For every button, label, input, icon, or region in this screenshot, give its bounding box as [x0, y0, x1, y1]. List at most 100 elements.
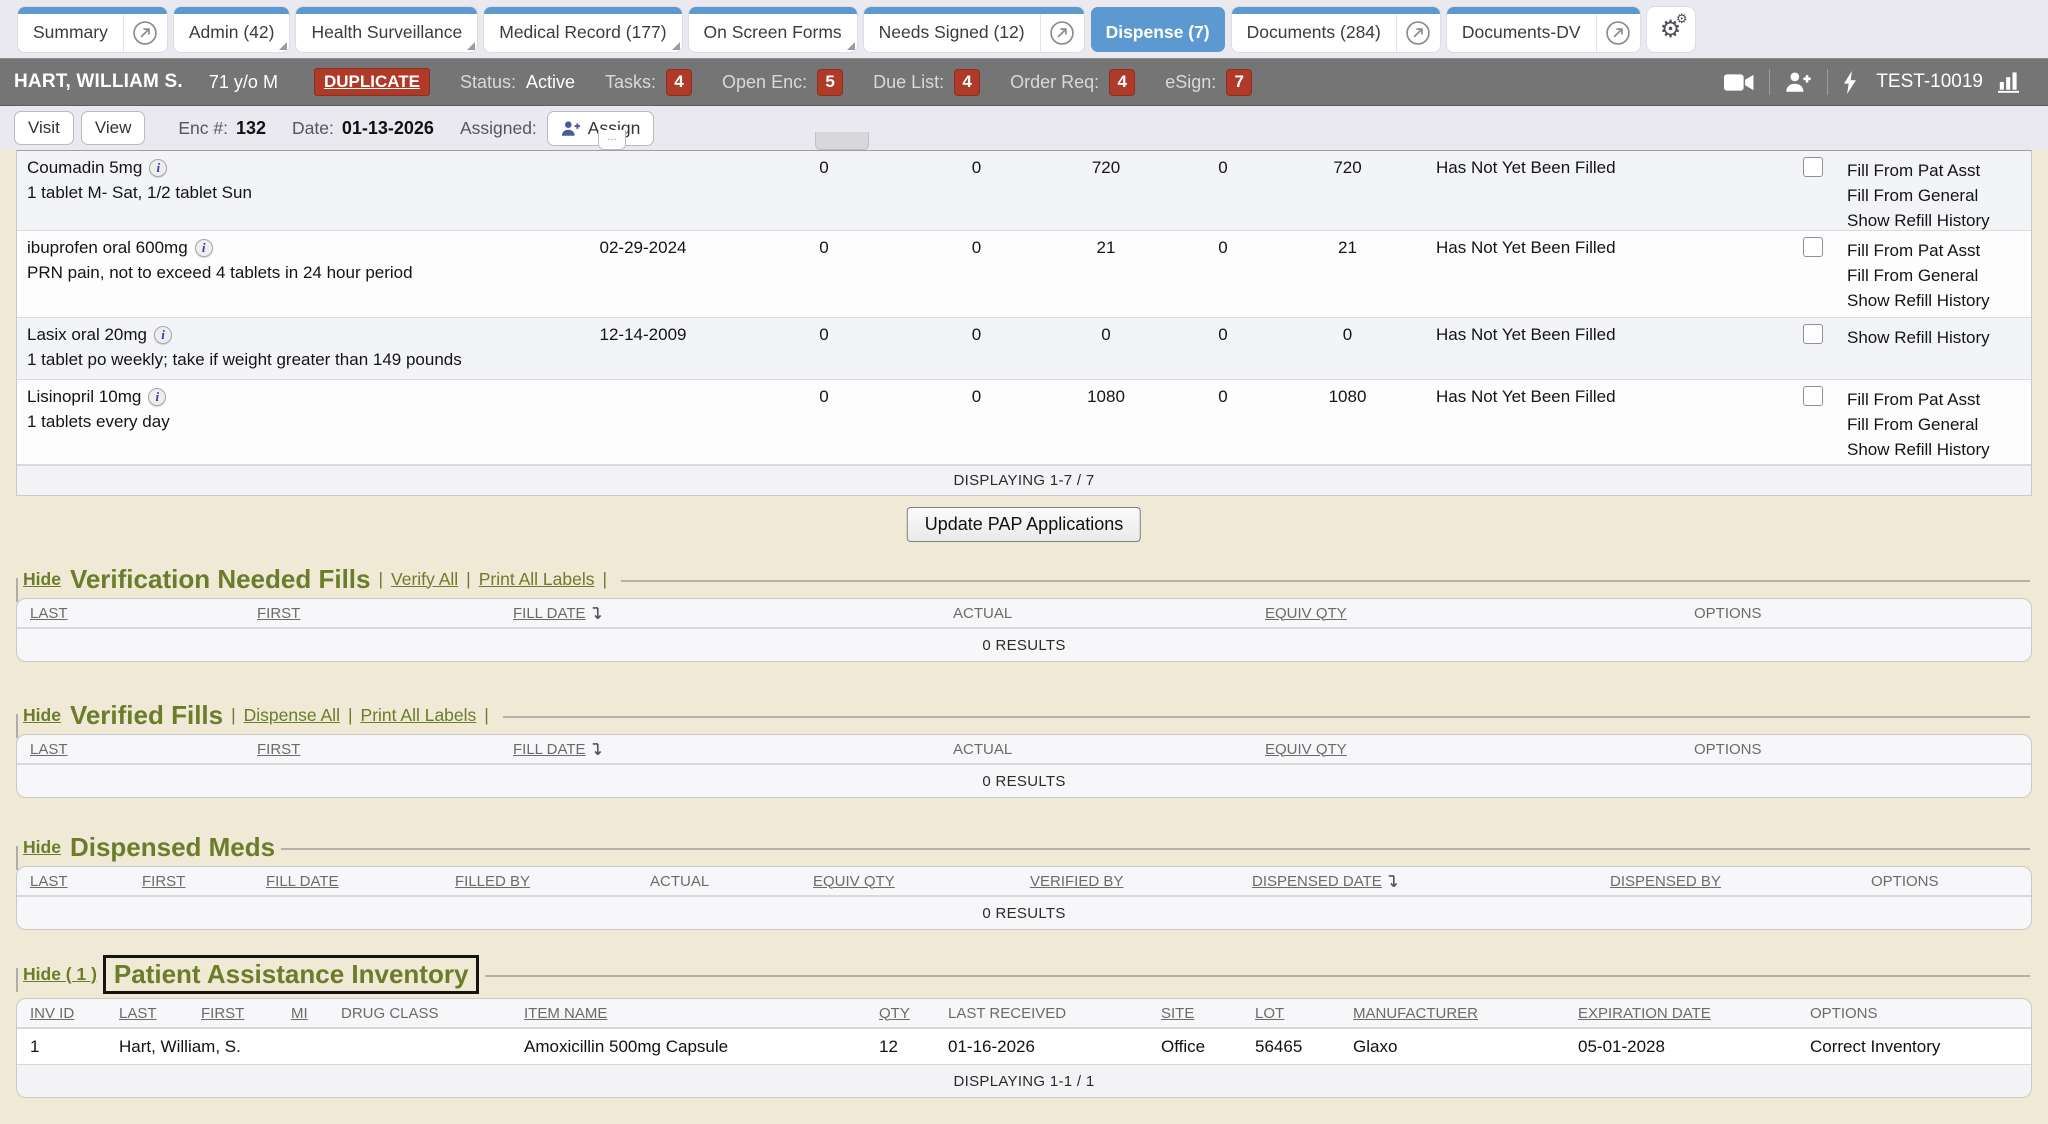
fill-from-general-link[interactable]: Fill From General	[1847, 412, 2031, 437]
tab-summary[interactable]: Summary	[18, 7, 167, 52]
separator: |	[231, 705, 236, 726]
open-new-window-icon[interactable]	[123, 7, 167, 52]
col-last[interactable]: LAST	[17, 605, 244, 622]
col-inv-id[interactable]: INV ID	[17, 1005, 106, 1022]
col-first[interactable]: FIRST	[244, 741, 500, 758]
print-all-labels-link[interactable]: Print All Labels	[361, 705, 477, 726]
drug-info-icon[interactable]: i	[149, 159, 167, 177]
visit-button[interactable]: Visit	[14, 111, 74, 145]
fill-from-pat-asst-link[interactable]: Fill From Pat Asst	[1847, 387, 2031, 412]
show-refill-history-link[interactable]: Show Refill History	[1847, 437, 2031, 462]
show-refill-history-link[interactable]: Show Refill History	[1847, 288, 2031, 313]
row-checkbox[interactable]	[1803, 386, 1823, 406]
due-list-count-badge[interactable]: 4	[954, 69, 980, 96]
row-checkbox[interactable]	[1803, 237, 1823, 257]
col-fill-date[interactable]: FILL DATE	[500, 741, 940, 758]
tab-needs-signed[interactable]: Needs Signed (12)	[864, 7, 1084, 52]
drug-info-icon[interactable]: i	[148, 388, 166, 406]
tab-on-screen-forms[interactable]: On Screen Forms	[689, 7, 857, 52]
correct-inventory-link[interactable]: Correct Inventory	[1797, 1037, 2031, 1057]
order-req-count-badge[interactable]: 4	[1109, 69, 1135, 96]
tab-documents[interactable]: Documents (284)	[1232, 7, 1440, 52]
hide-verification-fills-link[interactable]: Hide	[23, 569, 61, 590]
col-expiration-date[interactable]: EXPIRATION DATE	[1565, 1005, 1797, 1022]
duplicate-badge[interactable]: DUPLICATE	[314, 68, 430, 96]
inventory-row: 1 Hart, William, S. Amoxicillin 500mg Ca…	[17, 1029, 2031, 1065]
enc-number-label: Enc #:	[178, 118, 228, 139]
col-equiv-qty[interactable]: EQUIV QTY	[800, 873, 1017, 890]
update-pap-applications-button[interactable]: Update PAP Applications	[907, 507, 1141, 542]
col-first[interactable]: FIRST	[244, 605, 500, 622]
inventory-paging: DISPLAYING 1-1 / 1	[17, 1065, 2031, 1097]
dispensed-meds-section: Hide Dispensed Meds LAST FIRST FILL DATE…	[16, 830, 2032, 930]
col-item-name[interactable]: ITEM NAME	[511, 1005, 866, 1022]
verify-all-link[interactable]: Verify All	[391, 569, 458, 590]
video-visit-icon[interactable]	[1724, 73, 1754, 92]
fill-from-general-link[interactable]: Fill From General	[1847, 263, 2031, 288]
col-site[interactable]: SITE	[1148, 1005, 1242, 1022]
col-first[interactable]: FIRST	[129, 873, 253, 890]
col-fill-date[interactable]: FILL DATE	[253, 873, 442, 890]
show-refill-history-link[interactable]: Show Refill History	[1847, 208, 2031, 233]
tasks-count-badge[interactable]: 4	[666, 69, 692, 96]
col-qty[interactable]: QTY	[866, 1005, 935, 1022]
drug-info-icon[interactable]: i	[154, 326, 172, 344]
separator: |	[348, 705, 353, 726]
esign-count-badge[interactable]: 7	[1226, 69, 1252, 96]
chart-stats-icon[interactable]	[1998, 71, 2022, 93]
col-last[interactable]: LAST	[17, 741, 244, 758]
col-dispensed-by[interactable]: DISPENSED BY	[1597, 873, 1858, 890]
col-dispensed-date[interactable]: DISPENSED DATE	[1239, 873, 1597, 890]
qty-col-5: 720	[1278, 151, 1417, 233]
medication-table: Coumadin 5mg i 1 tablet M- Sat, 1/2 tabl…	[16, 150, 2032, 496]
hide-dispensed-meds-link[interactable]: Hide	[23, 837, 61, 858]
row-checkbox[interactable]	[1803, 157, 1823, 177]
col-lot[interactable]: LOT	[1242, 1005, 1340, 1022]
open-new-window-icon[interactable]	[1596, 7, 1640, 52]
fill-from-pat-asst-link[interactable]: Fill From Pat Asst	[1847, 238, 2031, 263]
view-button[interactable]: View	[81, 111, 146, 145]
col-equiv-qty[interactable]: EQUIV QTY	[1252, 605, 1681, 622]
fill-from-general-link[interactable]: Fill From General	[1847, 183, 2031, 208]
inventory-last-received: 01-16-2026	[935, 1037, 1148, 1057]
tab-dispense[interactable]: Dispense (7)	[1091, 7, 1225, 52]
tab-medical-record[interactable]: Medical Record (177)	[484, 7, 681, 52]
col-mi[interactable]: MI	[278, 1005, 328, 1022]
qty-col-3: 0	[1044, 318, 1168, 379]
lightning-bolt-icon[interactable]	[1843, 71, 1857, 94]
show-refill-history-link[interactable]: Show Refill History	[1847, 325, 2031, 350]
open-new-window-icon[interactable]	[1040, 7, 1084, 52]
hide-verified-fills-link[interactable]: Hide	[23, 705, 61, 726]
tab-admin[interactable]: Admin (42)	[174, 7, 290, 52]
col-manufacturer[interactable]: MANUFACTURER	[1340, 1005, 1565, 1022]
sort-desc-icon	[591, 742, 602, 757]
tab-health-surveillance[interactable]: Health Surveillance	[296, 7, 477, 52]
open-enc-count-badge[interactable]: 5	[817, 69, 843, 96]
med-row-ibuprofen: ibuprofen oral 600mg i PRN pain, not to …	[17, 231, 2031, 318]
status-label: Status:	[460, 72, 516, 93]
col-filled-by[interactable]: FILLED BY	[442, 873, 637, 890]
open-new-window-icon[interactable]	[1396, 7, 1440, 52]
print-all-labels-link[interactable]: Print All Labels	[479, 569, 595, 590]
verified-fills-results: 0 RESULTS	[17, 765, 2031, 797]
hide-inventory-link[interactable]: Hide ( 1 )	[23, 964, 97, 985]
tab-documents-label: Documents (284)	[1232, 7, 1396, 52]
col-last[interactable]: LAST	[17, 873, 129, 890]
col-first[interactable]: FIRST	[188, 1005, 278, 1022]
col-equiv-qty[interactable]: EQUIV QTY	[1252, 741, 1681, 758]
fill-from-pat-asst-link[interactable]: Fill From Pat Asst	[1847, 158, 2031, 183]
col-last[interactable]: LAST	[106, 1005, 188, 1022]
add-user-icon[interactable]	[1785, 71, 1812, 93]
col-verified-by[interactable]: VERIFIED BY	[1017, 873, 1239, 890]
col-options: OPTIONS	[1797, 1005, 2031, 1022]
drug-info-icon[interactable]: i	[195, 239, 213, 257]
drug-sig: 1 tablets every day	[27, 412, 547, 432]
dispense-all-link[interactable]: Dispense All	[244, 705, 340, 726]
row-checkbox[interactable]	[1803, 324, 1823, 344]
tab-documents-dv[interactable]: Documents-DV	[1447, 7, 1640, 52]
tab-summary-label: Summary	[18, 7, 123, 52]
settings-button[interactable]: ⚙ ⚙	[1647, 7, 1695, 52]
col-fill-date[interactable]: FILL DATE	[500, 605, 940, 622]
qty-col-3: 21	[1044, 231, 1168, 317]
scrolled-button-fragment	[815, 132, 869, 150]
